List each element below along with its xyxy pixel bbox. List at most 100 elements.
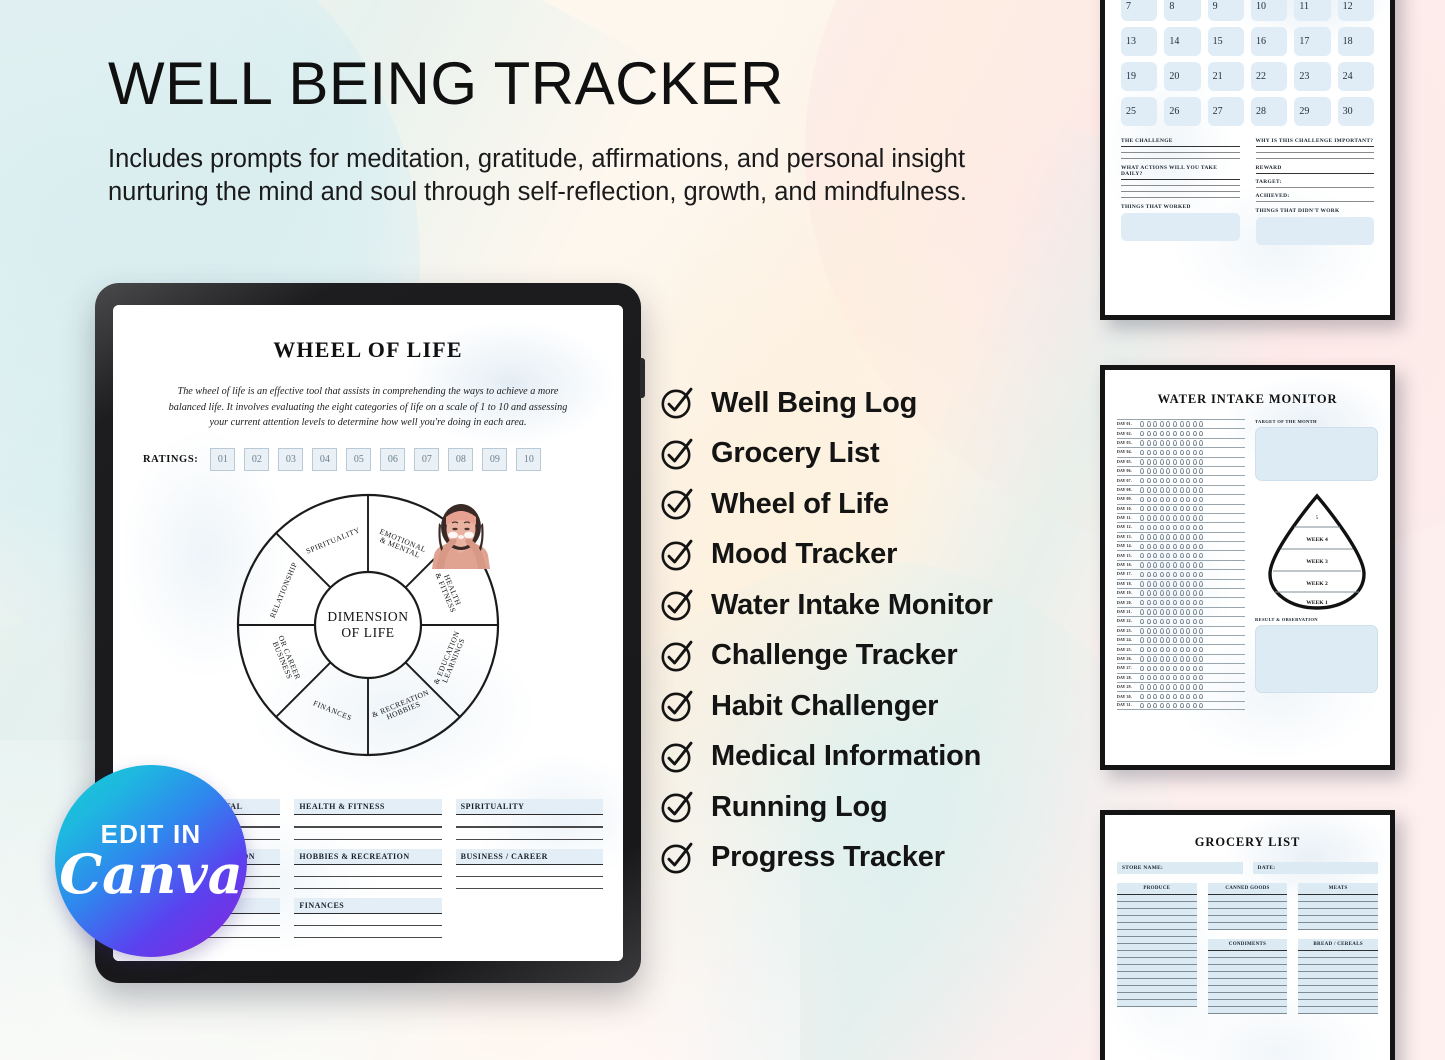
water-drop-checkbox[interactable] — [1199, 618, 1204, 625]
water-drop-checkbox[interactable] — [1186, 599, 1191, 606]
water-drop-checkbox[interactable] — [1153, 477, 1158, 484]
water-drop-checkbox[interactable] — [1192, 609, 1197, 615]
water-drop-checkbox[interactable] — [1186, 665, 1191, 672]
water-drop-checkbox[interactable] — [1192, 468, 1197, 474]
water-drop-checkbox[interactable] — [1140, 534, 1144, 540]
water-drop-checkbox[interactable] — [1179, 487, 1184, 493]
water-drop-checkbox[interactable] — [1186, 496, 1191, 503]
grocery-line[interactable] — [1298, 1007, 1379, 1014]
water-drop-checkbox[interactable] — [1186, 581, 1191, 587]
water-intake-monitor-preview[interactable]: WATER INTAKE MONITOR DAY 01. DAY 02. DAY 0… — [1100, 365, 1395, 770]
water-drop-checkbox[interactable] — [1140, 665, 1144, 672]
water-drop-checkbox[interactable] — [1166, 656, 1171, 662]
water-drop-checkbox[interactable] — [1153, 543, 1158, 550]
grocery-line[interactable] — [1207, 916, 1288, 923]
water-drop-checkbox[interactable] — [1153, 487, 1158, 493]
water-drop-checkbox[interactable] — [1192, 646, 1197, 653]
water-drop-checkbox[interactable] — [1146, 421, 1151, 427]
water-drop-checkbox[interactable] — [1153, 440, 1158, 446]
calendar-day-cell[interactable]: 25 — [1121, 97, 1158, 126]
water-drop-checkbox[interactable] — [1186, 609, 1191, 615]
water-drop-checkbox[interactable] — [1186, 656, 1191, 662]
water-drop-checkbox[interactable] — [1166, 440, 1171, 446]
grocery-line[interactable] — [1298, 902, 1379, 909]
water-drop-checkbox[interactable] — [1186, 505, 1191, 512]
water-drop-checkbox[interactable] — [1179, 515, 1184, 521]
water-drop-checkbox[interactable] — [1186, 702, 1191, 709]
grocery-line[interactable] — [1298, 895, 1379, 902]
water-drop-checkbox[interactable] — [1140, 543, 1144, 550]
water-drop-checkbox[interactable] — [1153, 646, 1158, 653]
water-drop-checkbox[interactable] — [1179, 543, 1184, 550]
water-drop-checkbox[interactable] — [1140, 505, 1144, 512]
water-drop-checkbox[interactable] — [1172, 628, 1177, 634]
water-drop-checkbox[interactable] — [1179, 684, 1184, 690]
water-drop-checkbox[interactable] — [1186, 449, 1191, 456]
water-drop-checkbox[interactable] — [1179, 496, 1184, 503]
water-drop-checkbox[interactable] — [1199, 599, 1204, 606]
water-drop-checkbox[interactable] — [1153, 684, 1158, 690]
water-drop-checkbox[interactable] — [1153, 421, 1158, 427]
calendar-day-cell[interactable]: 29 — [1294, 97, 1331, 126]
water-drop-checkbox[interactable] — [1140, 609, 1144, 615]
water-drop-checkbox[interactable] — [1140, 571, 1144, 578]
water-drop-checkbox[interactable] — [1159, 581, 1164, 587]
water-drop-checkbox[interactable] — [1146, 599, 1151, 606]
water-drop-checkbox[interactable] — [1146, 571, 1151, 578]
water-drop-checkbox[interactable] — [1192, 637, 1197, 643]
water-drop-checkbox[interactable] — [1146, 693, 1151, 700]
grocery-line[interactable] — [1117, 937, 1197, 944]
water-drop-checkbox[interactable] — [1159, 449, 1164, 456]
water-drop-checkbox[interactable] — [1159, 515, 1164, 521]
water-drop-checkbox[interactable] — [1179, 581, 1184, 587]
water-drop-checkbox[interactable] — [1179, 477, 1184, 484]
water-drop-checkbox[interactable] — [1159, 656, 1164, 662]
water-drop-checkbox[interactable] — [1179, 628, 1184, 634]
water-drop-checkbox[interactable] — [1172, 459, 1177, 465]
water-drop-checkbox[interactable] — [1179, 618, 1184, 625]
water-drop-checkbox[interactable] — [1146, 665, 1151, 672]
challenge-tracker-preview[interactable]: 1234567891011121314151617181920212223242… — [1100, 0, 1395, 320]
water-drop-checkbox[interactable] — [1179, 524, 1184, 531]
water-drop-checkbox[interactable] — [1192, 477, 1197, 484]
water-drop-checkbox[interactable] — [1192, 534, 1197, 540]
water-drop-checkbox[interactable] — [1159, 628, 1164, 634]
grocery-line[interactable] — [1298, 916, 1379, 923]
water-drop-checkbox[interactable] — [1166, 459, 1171, 465]
grocery-line[interactable] — [1207, 895, 1288, 902]
water-drop-checkbox[interactable] — [1153, 674, 1158, 681]
water-drop-checkbox[interactable] — [1199, 524, 1204, 531]
calendar-day-cell[interactable]: 9 — [1207, 0, 1244, 21]
water-drop-checkbox[interactable] — [1153, 693, 1158, 700]
water-drop-checkbox[interactable] — [1146, 562, 1151, 568]
water-drop-checkbox[interactable] — [1186, 534, 1191, 540]
water-drop-checkbox[interactable] — [1146, 581, 1151, 587]
water-drop-checkbox[interactable] — [1146, 702, 1151, 709]
water-drop-checkbox[interactable] — [1179, 468, 1184, 474]
grocery-line[interactable] — [1117, 972, 1197, 979]
water-drop-checkbox[interactable] — [1199, 543, 1204, 550]
water-drop-checkbox[interactable] — [1140, 562, 1144, 568]
water-drop-checkbox[interactable] — [1179, 552, 1184, 559]
water-drop-checkbox[interactable] — [1186, 440, 1191, 446]
grocery-line[interactable] — [1117, 944, 1197, 951]
water-drop-checkbox[interactable] — [1140, 637, 1144, 643]
water-drop-checkbox[interactable] — [1192, 543, 1197, 550]
water-drop-checkbox[interactable] — [1140, 693, 1144, 700]
water-drop-checkbox[interactable] — [1166, 674, 1171, 681]
water-drop-checkbox[interactable] — [1166, 702, 1171, 709]
water-drop-checkbox[interactable] — [1199, 702, 1204, 709]
water-drop-checkbox[interactable] — [1153, 496, 1158, 503]
water-drop-checkbox[interactable] — [1172, 684, 1177, 690]
grocery-line[interactable] — [1298, 1000, 1379, 1007]
water-drop-checkbox[interactable] — [1186, 646, 1191, 653]
water-drop-checkbox[interactable] — [1159, 421, 1164, 427]
water-drop-checkbox[interactable] — [1172, 646, 1177, 653]
water-drop-checkbox[interactable] — [1172, 449, 1177, 456]
water-drop-checkbox[interactable] — [1192, 684, 1197, 690]
rating-box[interactable]: 09 — [482, 447, 508, 471]
water-drop-checkbox[interactable] — [1179, 693, 1184, 700]
calendar-day-cell[interactable]: 17 — [1294, 27, 1331, 56]
water-drop-checkbox[interactable] — [1153, 534, 1158, 540]
water-drop-checkbox[interactable] — [1153, 562, 1158, 568]
